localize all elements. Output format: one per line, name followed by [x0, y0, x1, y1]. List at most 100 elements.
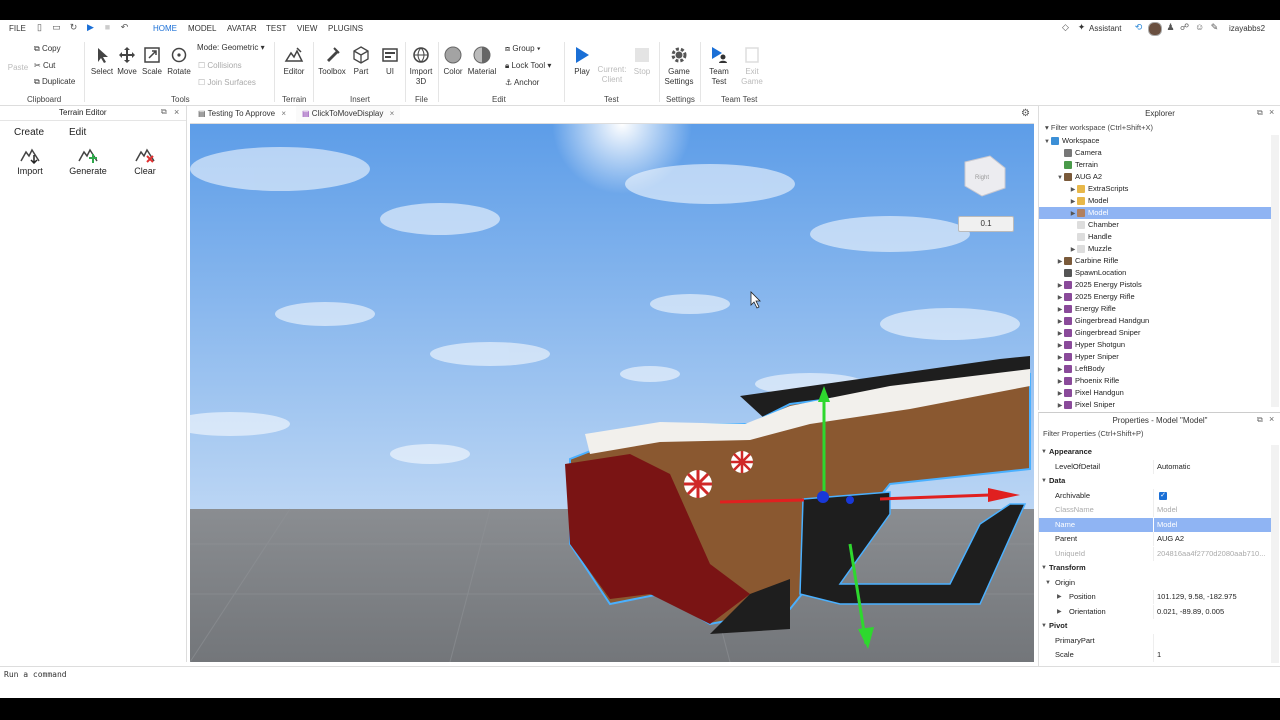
chevron-down-icon[interactable]: ▼ — [1041, 445, 1047, 459]
play-button[interactable]: Play — [570, 45, 594, 77]
menu-tab-home[interactable]: HOME — [153, 24, 177, 33]
chevron-down-icon[interactable]: ▼ — [1041, 561, 1047, 575]
current-client-button[interactable]: Current: Client — [596, 65, 628, 85]
property-row[interactable]: ClassName Model — [1039, 503, 1271, 517]
command-input[interactable]: Run a command — [4, 670, 67, 679]
rotate-tool-button[interactable]: Rotate — [166, 45, 192, 77]
explorer-item[interactable]: ▶ Carbine Rifle — [1039, 255, 1271, 267]
property-value[interactable]: Model — [1157, 503, 1177, 517]
explorer-item[interactable]: ▶ Model — [1039, 195, 1271, 207]
terrain-generate-button[interactable]: Generate — [66, 146, 110, 176]
chevron-down-icon[interactable]: ▼ — [1045, 576, 1051, 590]
mode-selector[interactable]: Mode: Geometric ▾ — [197, 43, 265, 52]
move-tool-button[interactable]: Move — [115, 45, 139, 77]
explorer-item[interactable]: SpawnLocation — [1039, 267, 1271, 279]
property-section[interactable]: ▼ Pivot — [1039, 619, 1271, 633]
username[interactable]: izayabbs2 — [1229, 24, 1265, 33]
properties-scrollbar[interactable] — [1271, 445, 1279, 663]
explorer-item[interactable]: ▶ Hyper Shotgun — [1039, 339, 1271, 351]
close-icon[interactable]: × — [1269, 414, 1274, 424]
anchor-button[interactable]: ⚓︎ Anchor — [505, 78, 539, 87]
close-icon[interactable]: × — [281, 109, 286, 118]
share-icon[interactable]: ⟲ — [1134, 23, 1143, 32]
part-button[interactable]: Part — [349, 45, 373, 77]
stop-quick-icon[interactable]: ■ — [103, 23, 112, 32]
property-value[interactable]: 101.129, 9.58, -182.975 — [1157, 590, 1237, 604]
assistant-button[interactable]: Assistant — [1089, 24, 1121, 33]
help-icon[interactable]: ☺ — [1195, 23, 1204, 32]
chevron-down-icon[interactable]: ▼ — [1041, 619, 1047, 633]
property-row[interactable]: Name Model — [1039, 517, 1271, 532]
chevron-right-icon[interactable]: ▶ — [1057, 605, 1062, 619]
explorer-item[interactable]: Handle — [1039, 231, 1271, 243]
explorer-filter-input[interactable]: ▾ Filter workspace (Ctrl+Shift+X) — [1045, 123, 1153, 132]
join-surfaces-toggle[interactable]: ☐ Join Surfaces — [198, 78, 256, 87]
cut-button[interactable]: ✂ Cut — [34, 61, 55, 70]
command-bar[interactable]: Run a command — [0, 666, 1280, 683]
terrain-tab-create[interactable]: Create — [14, 127, 44, 138]
explorer-item[interactable]: ▶ Hyper Sniper — [1039, 351, 1271, 363]
stop-button[interactable]: Stop — [630, 45, 654, 77]
explorer-item[interactable]: ▼ Workspace — [1039, 135, 1271, 147]
terrain-clear-button[interactable]: Clear — [128, 146, 162, 176]
explorer-item[interactable]: ▼ AUG A2 — [1039, 171, 1271, 183]
pop-out-icon[interactable]: ⧉ — [1257, 415, 1263, 425]
property-value[interactable]: AUG A2 — [1157, 532, 1184, 546]
toolbox-button[interactable]: Toolbox — [317, 45, 347, 77]
team-test-button[interactable]: Team Test — [704, 45, 734, 87]
property-row[interactable]: PrimaryPart — [1039, 633, 1271, 648]
exit-game-button[interactable]: Exit Game — [738, 45, 766, 87]
property-value[interactable]: 0.021, -89.89, 0.005 — [1157, 605, 1224, 619]
file-menu[interactable]: FILE — [9, 24, 26, 33]
terrain-import-button[interactable]: Import — [12, 146, 48, 176]
explorer-item[interactable]: ▶ Pixel Sniper — [1039, 399, 1271, 410]
import-3d-button[interactable]: Import 3D — [406, 45, 436, 87]
lock-tool-button[interactable]: 🔒︎ Lock Tool ▾ — [505, 61, 551, 71]
3d-viewport[interactable]: Right 0.1 — [190, 124, 1034, 662]
pop-out-icon[interactable]: ⧉ — [1257, 108, 1263, 118]
material-button[interactable]: Material — [467, 45, 497, 77]
menu-tab-test[interactable]: TEST — [266, 24, 286, 33]
archivable-checkbox[interactable]: ✓ — [1159, 491, 1167, 500]
property-value[interactable]: Automatic — [1157, 460, 1190, 474]
explorer-scrollbar[interactable] — [1271, 135, 1279, 407]
property-row[interactable]: LevelOfDetail Automatic — [1039, 459, 1271, 474]
avatar[interactable] — [1148, 22, 1162, 36]
settings-icon[interactable]: ✎ — [1210, 23, 1219, 32]
explorer-item[interactable]: ▶ Phoenix Rifle — [1039, 375, 1271, 387]
chevron-down-icon[interactable]: ▼ — [1041, 474, 1047, 488]
redo-icon[interactable]: ↻ — [69, 23, 78, 32]
friends-icon[interactable]: ♟ — [1166, 23, 1175, 32]
scale-tool-button[interactable]: Scale — [140, 45, 164, 77]
terrain-tab-edit[interactable]: Edit — [69, 127, 86, 138]
property-row[interactable]: Scale 1 — [1039, 648, 1271, 662]
doc-tab-testing-to-approve[interactable]: ▤ Testing To Approve × — [192, 106, 292, 122]
explorer-item[interactable]: ▶ Gingerbread Sniper — [1039, 327, 1271, 339]
property-row[interactable]: Parent AUG A2 — [1039, 532, 1271, 546]
collab-icon[interactable]: ◇ — [1061, 23, 1070, 32]
assistant-icon[interactable]: ✦ — [1077, 23, 1086, 32]
close-icon[interactable]: × — [1269, 107, 1274, 117]
property-section[interactable]: ▼ Transform — [1039, 561, 1271, 575]
terrain-editor-button[interactable]: Editor — [280, 45, 308, 77]
undo-icon[interactable]: ↶ — [120, 23, 129, 32]
explorer-item[interactable]: ▶ Gingerbread Handgun — [1039, 315, 1271, 327]
duplicate-button[interactable]: ⧉ Duplicate — [34, 77, 75, 87]
menu-tab-avatar[interactable]: AVATAR — [227, 24, 257, 33]
viewport-settings-icon[interactable]: ⚙ — [1021, 108, 1030, 119]
property-value[interactable]: 204816aa4f2770d2080aab710... — [1157, 547, 1265, 561]
property-section[interactable]: ▼ Data — [1039, 474, 1271, 488]
color-button[interactable]: Color — [441, 45, 465, 77]
chevron-right-icon[interactable]: ▶ — [1057, 590, 1062, 604]
properties-filter-input[interactable]: Filter Properties (Ctrl+Shift+P) — [1043, 429, 1143, 438]
property-row[interactable]: UniqueId 204816aa4f2770d2080aab710... — [1039, 546, 1271, 561]
explorer-item[interactable]: ▶ 2025 Energy Pistols — [1039, 279, 1271, 291]
group-button[interactable]: ⧈ Group ▾ — [505, 44, 541, 54]
close-icon[interactable]: × — [390, 109, 395, 118]
doc-tab-click-to-move-display[interactable]: ▤ ClickToMoveDisplay × — [296, 106, 401, 122]
menu-tab-model[interactable]: MODEL — [188, 24, 216, 33]
property-section[interactable]: ▼ Appearance — [1039, 445, 1271, 459]
explorer-item[interactable]: ▶ Pixel Handgun — [1039, 387, 1271, 399]
property-row[interactable]: ▶ Position 101.129, 9.58, -182.975 — [1039, 590, 1271, 604]
chevron-right-icon[interactable]: ▶ — [1056, 400, 1064, 410]
